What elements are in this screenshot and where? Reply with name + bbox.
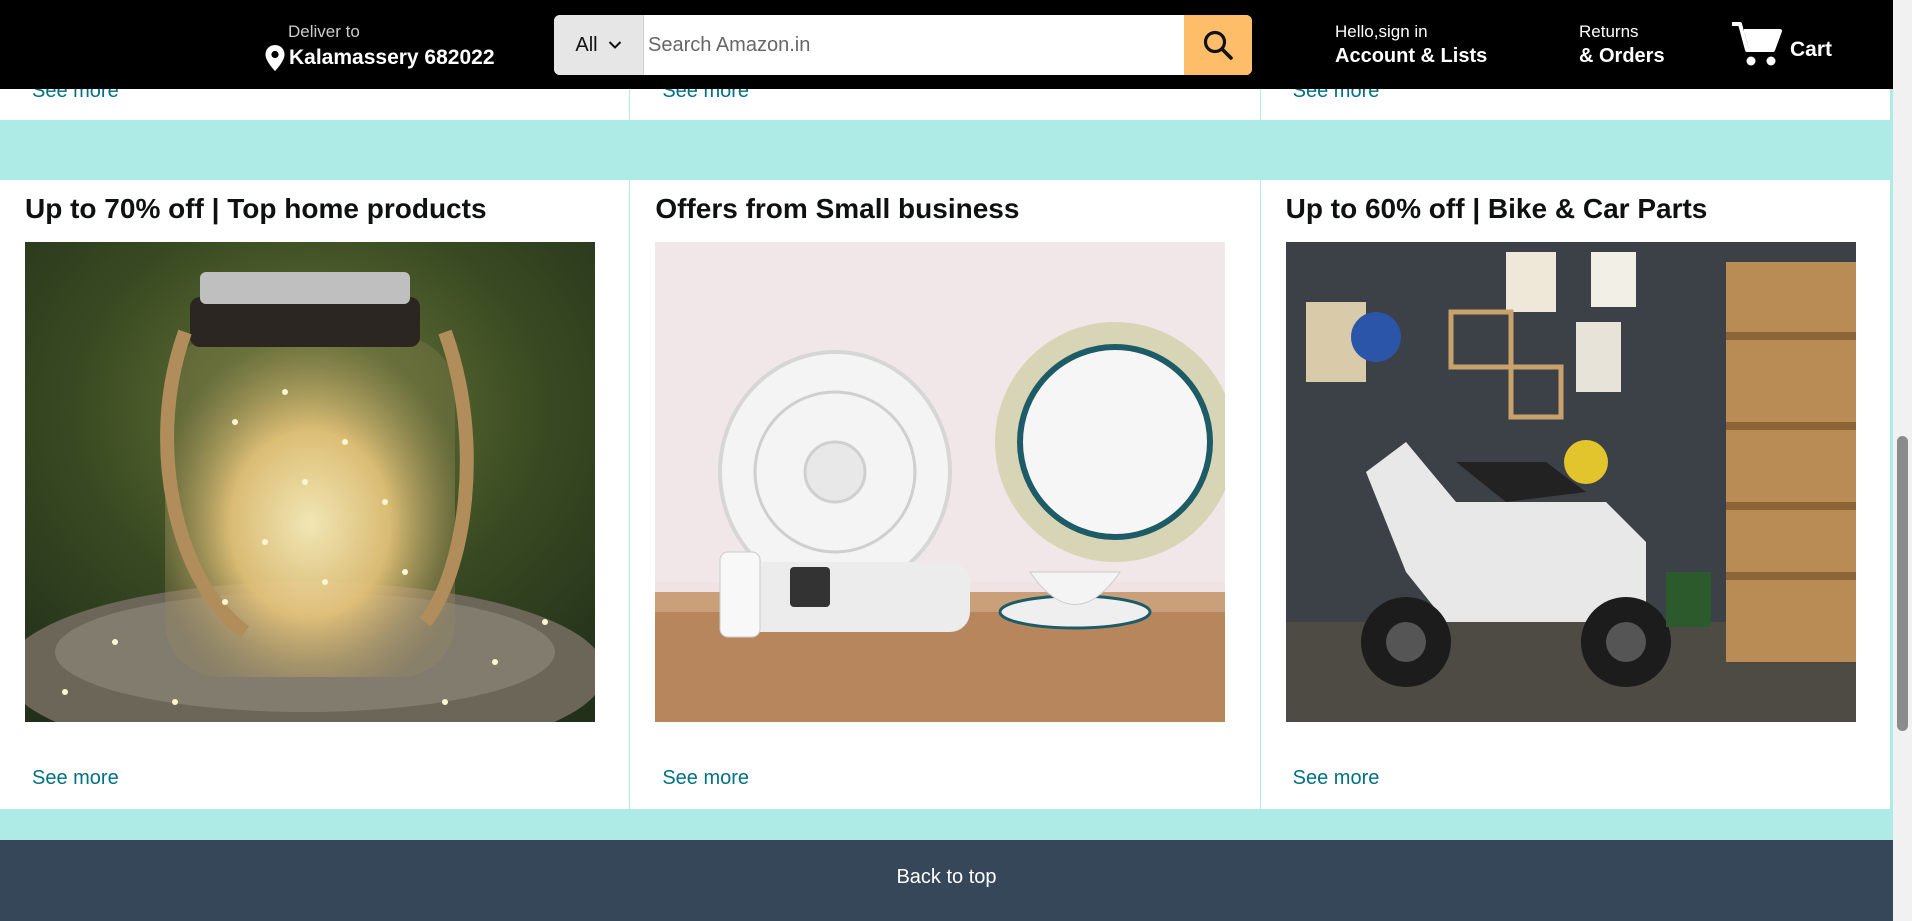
returns-line1: Returns <box>1579 22 1639 41</box>
back-to-top-button[interactable]: Back to top <box>0 840 1893 921</box>
fairy-light-lantern-image[interactable] <box>25 242 595 722</box>
fan-and-dinnerware-image[interactable] <box>655 242 1226 722</box>
search-category-value: All <box>575 33 598 56</box>
deal-card-home-products: Up to 70% off | Top home products See mo… <box>0 180 630 809</box>
deliver-label: Deliver to <box>288 22 360 41</box>
deal-card-small-business: Offers from Small business See more <box>630 180 1260 809</box>
chevron-down-icon <box>608 41 621 49</box>
location-pin-icon <box>265 45 285 71</box>
search-category-dropdown[interactable]: All <box>554 15 644 75</box>
account-label: Account & Lists <box>1335 45 1488 67</box>
returns-line2: & Orders <box>1579 45 1665 67</box>
returns-and-orders[interactable]: Returns & Orders <box>1579 22 1665 68</box>
previous-card: See more <box>0 80 630 120</box>
deliver-to-location[interactable]: Deliver to Kalamassery 682022 <box>265 22 495 71</box>
top-navigation-bar: Deliver to Kalamassery 682022 All Hello,… <box>0 0 1893 89</box>
card-title: Up to 70% off | Top home products <box>25 193 487 224</box>
account-greeting: Hello,sign in <box>1335 22 1428 41</box>
scrollbar-thumb[interactable] <box>1897 436 1908 731</box>
search-icon <box>1203 30 1233 60</box>
back-to-top-label: Back to top <box>896 866 997 888</box>
search-input[interactable] <box>644 15 1184 75</box>
cart-button[interactable]: Cart <box>1730 20 1832 68</box>
deal-card-bike-car-parts: Up to 60% off | Bike & Car Parts See mor… <box>1260 180 1890 809</box>
see-more-link[interactable]: See more <box>662 767 749 790</box>
deliver-location: Kalamassery 682022 <box>289 46 495 69</box>
account-and-lists[interactable]: Hello,sign in Account & Lists <box>1335 22 1487 68</box>
search-button[interactable] <box>1184 15 1252 75</box>
previous-card: See more <box>1260 80 1890 120</box>
search-bar: All <box>554 15 1252 75</box>
cart-label: Cart <box>1790 38 1833 61</box>
page-scrollbar[interactable] <box>1893 0 1912 921</box>
deal-cards-row: Up to 70% off | Top home products See mo… <box>0 180 1890 809</box>
cart-icon <box>1732 22 1782 66</box>
see-more-link[interactable]: See more <box>32 767 119 790</box>
see-more-link[interactable]: See more <box>1293 767 1380 790</box>
card-title: Up to 60% off | Bike & Car Parts <box>1285 193 1708 224</box>
card-title: Offers from Small business <box>655 193 1020 224</box>
scooter-garage-image[interactable] <box>1285 242 1856 722</box>
previous-card: See more <box>630 80 1260 120</box>
previous-cards-row: See more See more See more <box>0 80 1890 120</box>
